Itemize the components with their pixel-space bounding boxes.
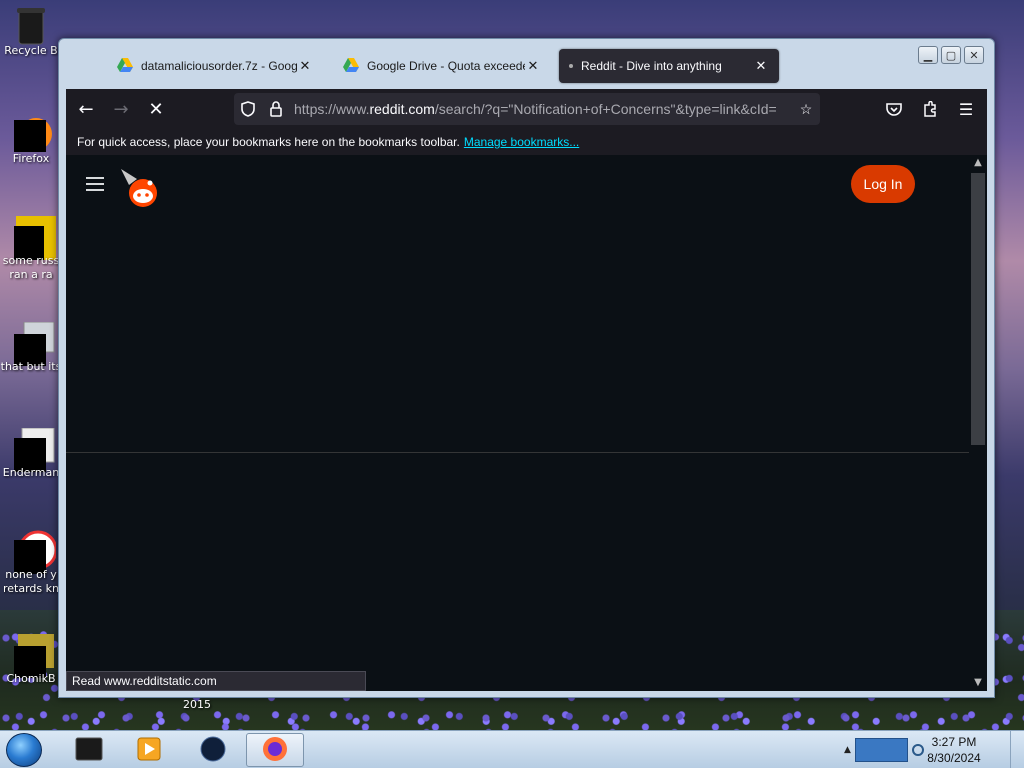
desktop-icon-label: ChomikB bbox=[6, 672, 56, 685]
reddit-logo-icon[interactable] bbox=[121, 169, 157, 207]
file-icon bbox=[14, 321, 55, 366]
bookmarks-toolbar: For quick access, place your bookmarks h… bbox=[66, 129, 987, 155]
toolbar-right: ☰ bbox=[879, 94, 981, 124]
stop-loading-button[interactable]: ✕ bbox=[141, 94, 171, 124]
bookmarks-hint: For quick access, place your bookmarks h… bbox=[77, 135, 460, 149]
network-icon[interactable] bbox=[912, 744, 924, 756]
navigation-toolbar: ← → ✕ https://www.reddit.com/search/?q="… bbox=[66, 89, 987, 129]
scroll-thumb[interactable] bbox=[971, 173, 985, 445]
desktop-icon-label: retards kn bbox=[3, 582, 59, 595]
system-tray: ▲ bbox=[844, 735, 924, 765]
extensions-icon[interactable] bbox=[915, 94, 945, 124]
clock[interactable]: 3:27 PM 8/30/2024 bbox=[924, 734, 984, 766]
firefox-icon bbox=[261, 735, 289, 766]
hamburger-menu-icon[interactable] bbox=[86, 177, 104, 191]
close-window-button[interactable]: ✕ bbox=[964, 46, 984, 64]
taskbar-item-app[interactable] bbox=[188, 733, 238, 767]
tab-google-drive-file[interactable]: datamaliciousorder.7z - Google ✕ bbox=[107, 49, 323, 83]
window-controls: ▁ ▢ ✕ bbox=[918, 46, 984, 64]
clock-time: 3:27 PM bbox=[931, 735, 977, 749]
pocket-icon[interactable] bbox=[879, 94, 909, 124]
desktop-icon-label: Firefox bbox=[12, 152, 50, 165]
desktop-icon-file-1[interactable]: some russ ran a ra bbox=[0, 216, 62, 282]
page-content: Log In ▲ ▼ Read www.redditstatic.com bbox=[66, 155, 987, 691]
desktop-icon-app[interactable]: ChomikB bbox=[0, 634, 62, 686]
shield-icon[interactable] bbox=[234, 101, 262, 117]
tab-google-drive-quota[interactable]: Google Drive - Quota exceeded ✕ bbox=[333, 49, 551, 83]
forward-button[interactable]: → bbox=[106, 94, 136, 124]
recycle-bin-icon bbox=[14, 6, 48, 45]
desktop-icon-label: Recycle B bbox=[4, 44, 58, 57]
close-icon[interactable]: ✕ bbox=[525, 58, 541, 74]
start-button[interactable] bbox=[6, 733, 42, 767]
star-icon[interactable]: ☆ bbox=[792, 101, 820, 118]
desktop-icon-recycle-bin[interactable]: Recycle B bbox=[0, 6, 62, 58]
tray-app-icon[interactable] bbox=[854, 738, 909, 762]
taskbar-item-terminal[interactable] bbox=[64, 733, 114, 767]
tab-title: Google Drive - Quota exceeded bbox=[367, 59, 525, 73]
scrollbar[interactable]: ▲ ▼ bbox=[969, 155, 987, 691]
year-label: 2015 bbox=[183, 698, 211, 711]
status-bar: Read www.redditstatic.com bbox=[66, 671, 366, 691]
menu-icon[interactable]: ☰ bbox=[951, 94, 981, 124]
firefox-icon bbox=[14, 114, 52, 152]
browser-window: datamaliciousorder.7z - Google ✕ Google … bbox=[58, 38, 995, 698]
terminal-icon bbox=[74, 736, 104, 765]
google-drive-icon bbox=[343, 57, 359, 75]
login-button[interactable]: Log In bbox=[851, 165, 915, 203]
desktop-icon-label: some russ bbox=[2, 254, 60, 267]
media-player-icon bbox=[136, 736, 162, 765]
manage-bookmarks-link[interactable]: Manage bookmarks... bbox=[464, 135, 579, 149]
desktop-icon-label: Enderman bbox=[2, 466, 60, 479]
desktop-icon-label: none of y bbox=[5, 568, 57, 581]
back-button[interactable]: ← bbox=[71, 94, 101, 124]
tab-reddit[interactable]: Reddit - Dive into anything ✕ bbox=[559, 49, 779, 83]
tray-arrow-icon[interactable]: ▲ bbox=[844, 745, 851, 755]
url-text: https://www.reddit.com/search/?q="Notifi… bbox=[290, 101, 792, 117]
desktop-icon-label: ran a ra bbox=[9, 268, 53, 281]
desktop-icon-file-2[interactable]: that but its bbox=[0, 321, 62, 374]
globe-icon bbox=[199, 735, 227, 766]
desktop-icon-file-4[interactable]: none of y retards kn bbox=[0, 530, 62, 596]
file-icon bbox=[14, 530, 58, 574]
scroll-down-icon[interactable]: ▼ bbox=[972, 677, 984, 689]
tab-title: datamaliciousorder.7z - Google bbox=[141, 59, 297, 73]
tab-title: Reddit - Dive into anything bbox=[581, 59, 722, 73]
maximize-button[interactable]: ▢ bbox=[941, 46, 961, 64]
taskbar-item-media-player[interactable] bbox=[124, 733, 174, 767]
google-drive-icon bbox=[117, 57, 133, 75]
url-prefix: https://www. bbox=[294, 101, 370, 117]
desktop-icon-firefox[interactable]: Firefox bbox=[0, 114, 62, 166]
close-icon[interactable]: ✕ bbox=[753, 58, 769, 74]
taskbar: ▲ 3:27 PM 8/30/2024 bbox=[0, 730, 1024, 768]
lock-icon[interactable] bbox=[262, 101, 290, 117]
url-domain: reddit.com bbox=[369, 101, 435, 117]
scroll-up-icon[interactable]: ▲ bbox=[972, 157, 984, 169]
url-path: /search/?q="Notification+of+Concerns"&ty… bbox=[434, 101, 777, 117]
close-icon[interactable]: ✕ bbox=[297, 58, 313, 74]
app-icon bbox=[14, 634, 54, 678]
content-divider bbox=[66, 452, 969, 453]
address-bar[interactable]: https://www.reddit.com/search/?q="Notifi… bbox=[234, 93, 820, 125]
clock-date: 8/30/2024 bbox=[927, 751, 981, 765]
file-icon bbox=[14, 427, 55, 472]
file-icon bbox=[14, 216, 56, 260]
desktop-icon-file-3[interactable]: Enderman bbox=[0, 427, 62, 480]
minimize-button[interactable]: ▁ bbox=[918, 46, 938, 64]
title-bar: datamaliciousorder.7z - Google ✕ Google … bbox=[59, 39, 994, 89]
desktop-icon-label: that but its bbox=[0, 360, 62, 373]
taskbar-item-firefox[interactable] bbox=[246, 733, 304, 767]
show-desktop-button[interactable] bbox=[1010, 731, 1024, 768]
